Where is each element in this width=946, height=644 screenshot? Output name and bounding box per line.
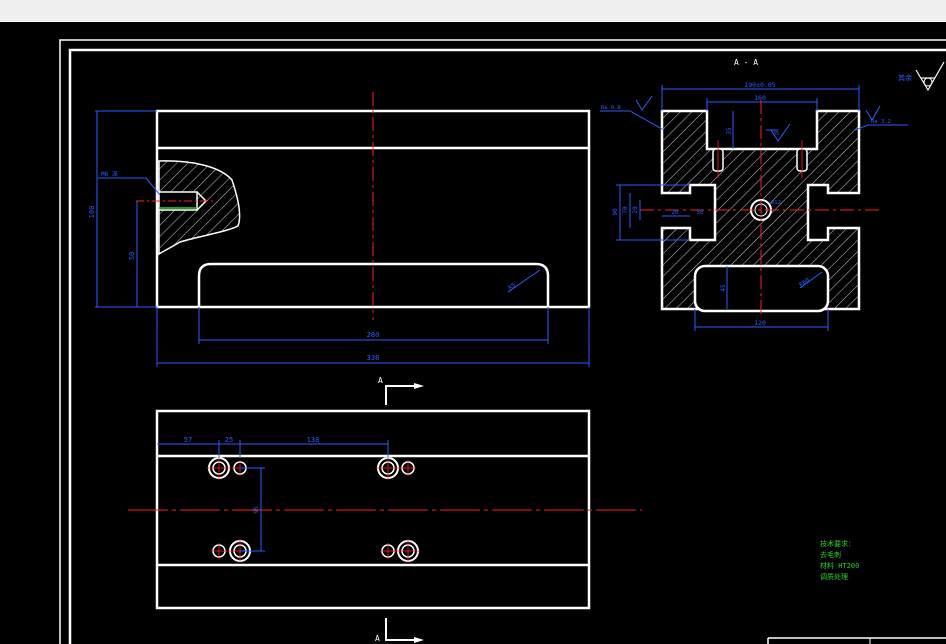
section-label-bottom: A [375,634,380,643]
sect-dim-20: 20 [632,206,639,214]
sect-dim-35b: 35 [773,131,779,137]
plan-dim-v: 95 [253,506,260,514]
plan-dim-57: 57 [184,436,192,444]
technical-notes: 技术要求： 去毛刺 材料 HT200 调质处理 [820,539,859,581]
note-line-2: 去毛刺 [820,550,841,559]
front-dim-280: 280 [367,331,380,339]
sect-dim-120: 120 [754,319,766,327]
sect-dim-w50: 50 [696,209,704,216]
plan-view[interactable]: 57 25 138 95 [128,409,642,610]
sect-dim-90: 90 [612,208,619,216]
inner-frame [68,48,946,644]
section-title: A - A [734,58,758,67]
plan-hole-tl-large [207,456,231,480]
sect-dim-35a: 35 [726,127,733,135]
front-dim-r5: R5 [507,282,517,292]
plan-dim-25: 25 [225,436,233,444]
plan-hole-br-small [380,543,396,559]
sect-leader-left-text: Ra 0.8 [601,105,621,111]
plan-dim-138: 138 [307,436,320,444]
general-roughness-symbol: 其余 [898,61,945,92]
note-line-4: 调质处理 [820,572,848,581]
outer-frame [59,39,946,644]
drawing-canvas[interactable]: 100 50 M6 深 280 338 R5 A A 57 25 138 95 … [0,22,946,644]
sect-dim-45: 45 [720,284,727,292]
note-line-3: 材料 HT200 [820,561,859,570]
section-roughness-mark: 35 [766,123,791,142]
application-toolbar [0,0,946,23]
roughness-note: 其余 [898,73,912,82]
sect-leader-right-mark [865,105,881,121]
plan-hole-tr-small [400,460,416,476]
section-label-top: A [378,376,383,385]
sect-leader-right-text: Ra 3.2 [871,119,891,125]
cad-drawing[interactable]: 100 50 M6 深 280 338 R5 A A 57 25 138 95 … [0,22,946,644]
section-view[interactable]: A - A 190±0.05 160 35 35 90 70 20 20 50 … [600,58,908,331]
front-dim-338: 338 [367,354,380,362]
section-marker-top: A [378,376,424,405]
section-marker-bottom: A [375,618,424,643]
title-block [767,637,946,644]
sect-dim-d12: Ø12 [771,199,781,206]
plan-hole-tr-large [376,456,400,480]
sect-dim-190: 190±0.05 [744,81,775,89]
sect-dim-160: 160 [754,94,766,102]
note-line-1: 技术要求： [820,539,855,548]
sect-leader-left [629,110,665,131]
front-dim-50: 50 [128,252,136,260]
front-leader-text: M6 深 [101,170,118,178]
plan-hole-bl-small [211,543,227,559]
front-dim-100: 100 [88,206,96,219]
front-view[interactable]: 100 50 M6 深 280 338 R5 [88,92,591,367]
sect-dim-w20: 20 [671,209,679,216]
sect-dim-70: 70 [622,206,629,214]
sect-leader-left-mark [635,95,653,111]
plan-hole-br-large [396,539,420,563]
